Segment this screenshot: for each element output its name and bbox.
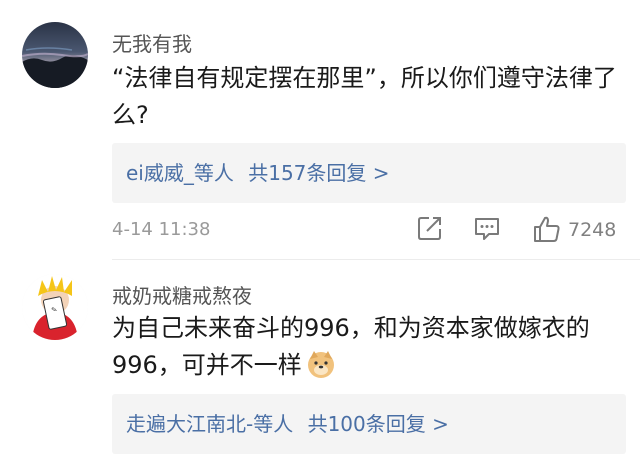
reply-button[interactable] bbox=[473, 214, 501, 246]
comment-item: ✎ 戒奶戒糖戒熬夜 为自己未来奋斗的996，和为资本家做嫁衣的996，可并不一样… bbox=[0, 260, 640, 454]
comment-time: 4-14 11:38 bbox=[112, 219, 211, 240]
avatar[interactable]: ✎ bbox=[22, 274, 88, 340]
avatar-image: ✎ bbox=[22, 274, 88, 340]
avatar-image bbox=[22, 22, 88, 88]
replies-names[interactable]: 走遍大江南北-等人 bbox=[126, 412, 293, 436]
comment-icon bbox=[475, 218, 499, 240]
replies-count[interactable]: 共157条回复 > bbox=[248, 161, 389, 185]
comment-item: 无我有我 “法律自有规定摆在那里”，所以你们遵守法律了么? ei威威_等人 共1… bbox=[0, 0, 640, 260]
username[interactable]: 戒奶戒糖戒熬夜 bbox=[112, 280, 252, 309]
doge-emoji-icon bbox=[306, 349, 336, 379]
like-count: 7248 bbox=[568, 219, 617, 241]
comment-text: 为自己未来奋斗的996，和为资本家做嫁衣的996，可并不一样 bbox=[112, 310, 617, 384]
replies-names[interactable]: ei威威_等人 bbox=[126, 161, 234, 185]
replies-summary[interactable]: 走遍大江南北-等人 共100条回复 > bbox=[112, 394, 626, 454]
share-icon bbox=[418, 217, 441, 240]
replies-count[interactable]: 共100条回复 > bbox=[308, 412, 449, 436]
comment-text-content: 为自己未来奋斗的996，和为资本家做嫁衣的996，可并不一样 bbox=[112, 314, 590, 379]
like-icon bbox=[534, 216, 560, 242]
like-button[interactable] bbox=[532, 214, 562, 248]
username[interactable]: 无我有我 bbox=[112, 28, 192, 57]
replies-summary[interactable]: ei威威_等人 共157条回复 > bbox=[112, 143, 626, 203]
comment-text: “法律自有规定摆在那里”，所以你们遵守法律了么? bbox=[112, 64, 617, 129]
avatar[interactable] bbox=[22, 22, 88, 88]
share-button[interactable] bbox=[416, 214, 444, 246]
